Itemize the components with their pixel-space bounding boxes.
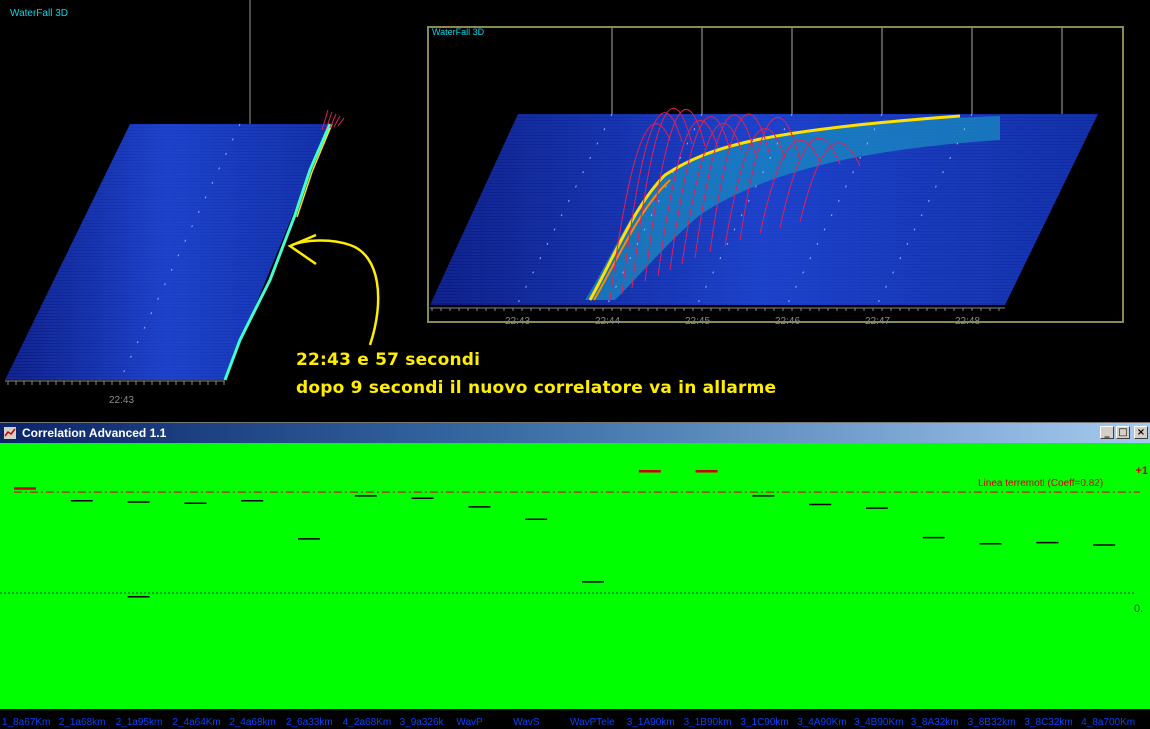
category-label: 2_1a68km	[58, 717, 106, 728]
category-label: 3_9a326k	[399, 717, 444, 728]
category-label: WavP	[456, 717, 483, 728]
maximize-button[interactable]: □	[1116, 426, 1130, 439]
category-label: 3_8A32km	[910, 717, 959, 728]
close-button[interactable]: ×	[1134, 426, 1148, 439]
waterfall-right-title: WaterFall 3D	[432, 27, 485, 37]
app-icon	[4, 427, 16, 439]
category-label: 3_1A90km	[626, 717, 675, 728]
category-label: 2_6a33km	[286, 717, 333, 728]
category-label: 4_8a700Km	[1081, 717, 1136, 728]
category-label: 2_4a68km	[229, 717, 276, 728]
category-label: 3_1C90km	[740, 717, 789, 728]
category-label: 3_8C32km	[1024, 717, 1073, 728]
window-titlebar[interactable]: Correlation Advanced 1.1 _ □ ×	[0, 423, 1150, 443]
category-label: WavPTele	[570, 717, 615, 728]
minimize-button[interactable]: _	[1100, 426, 1114, 439]
annotation-line-1: 22:43 e 57 secondi	[296, 350, 481, 370]
correlation-plot: +1 0. Linea terremoti (Coeff=0.82) 1_8a6…	[0, 443, 1150, 728]
y-label-minus-one: -1	[1138, 714, 1148, 726]
y-label-zero: 0.	[1134, 603, 1144, 615]
category-label: 2_1a95km	[115, 717, 163, 728]
category-label: 2_4a64Km	[172, 717, 221, 728]
waterfall-right-time-4: 22:46	[775, 316, 801, 327]
category-label: 1_8a67Km	[2, 717, 51, 728]
waterfall-right-frame	[427, 26, 1124, 323]
threshold-label: Linea terremoti (Coeff=0.82)	[978, 478, 1104, 489]
waterfall-right-time-1: 22:43	[505, 316, 531, 327]
category-label: 3_8B32km	[967, 717, 1016, 728]
waterfall-right-time-6: 22:48	[955, 316, 981, 327]
category-label: WavS	[513, 717, 540, 728]
correlation-window: Correlation Advanced 1.1 _ □ × +1 0. Lin…	[0, 422, 1150, 728]
y-label-plus-one: +1	[1135, 465, 1148, 477]
category-labels: 1_8a67Km 2_1a68km 2_1a95km 2_4a64Km 2_4a68km…	[0, 717, 1140, 729]
category-label: 3_4B90Km	[854, 717, 904, 728]
annotation-line-2: dopo 9 secondi il nuovo correlatore va i…	[296, 378, 777, 398]
waterfall-right-time-3: 22:45	[685, 316, 711, 327]
waterfall-left-title: WaterFall 3D	[10, 8, 68, 19]
waterfall-right-time-5: 22:47	[865, 316, 891, 327]
waterfall-right-time-2: 22:44	[595, 316, 621, 327]
category-label: 3_1B90km	[683, 717, 732, 728]
waterfall-area: WaterFall 3D 22:43 WaterFall 3D 22:43 22…	[0, 0, 1150, 422]
annotation-arrowhead	[287, 233, 317, 266]
category-label: 4_2a68Km	[342, 717, 392, 728]
window-title: Correlation Advanced 1.1	[22, 426, 167, 440]
category-label: 3_4A90Km	[797, 717, 847, 728]
waterfall-left-time: 22:43	[109, 395, 135, 406]
